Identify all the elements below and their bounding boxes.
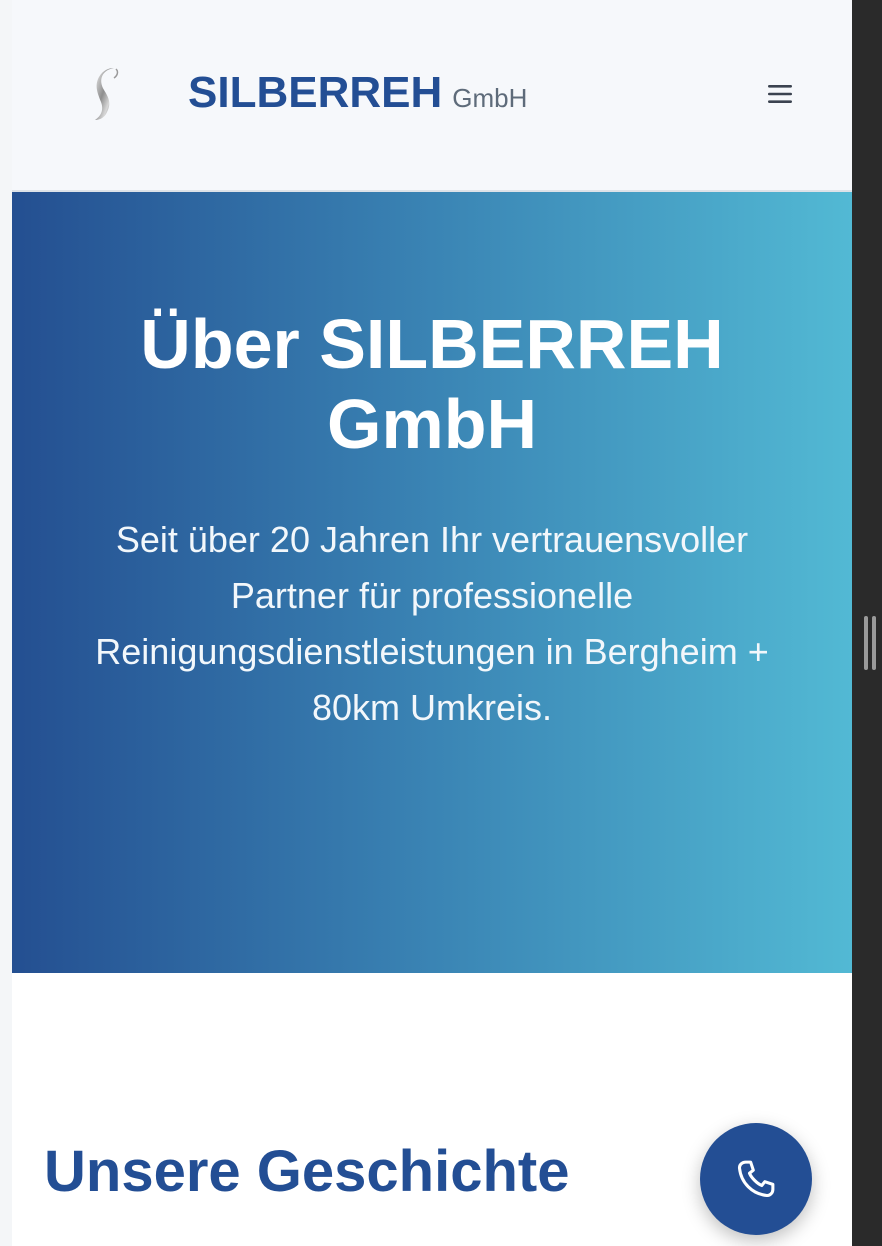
browser-frame: SILBERREH GmbH Über SILBERREH GmbH Seit … — [0, 0, 882, 1246]
phone-icon — [737, 1160, 775, 1198]
hero-description: Seit über 20 Jahren Ihr vertrauensvoller… — [95, 519, 769, 728]
hero-title: Über SILBERREH GmbH — [140, 305, 724, 463]
scroll-grip-line — [864, 616, 868, 670]
logo-icon[interactable] — [92, 66, 122, 122]
menu-button[interactable] — [752, 72, 808, 116]
call-button[interactable] — [700, 1123, 812, 1235]
page-viewport: SILBERREH GmbH Über SILBERREH GmbH Seit … — [12, 0, 852, 1246]
brand-wordmark[interactable]: SILBERREH GmbH — [188, 68, 527, 118]
brand-suffix: GmbH — [452, 83, 528, 113]
scroll-grip-line — [872, 616, 876, 670]
brand-name: SILBERREH — [188, 68, 443, 117]
scrollbar-handle[interactable] — [864, 616, 878, 670]
hero-section: Über SILBERREH GmbH Seit über 20 Jahren … — [12, 192, 852, 973]
frame-edge — [0, 0, 12, 1246]
hamburger-menu-icon — [768, 85, 792, 103]
story-section-title: Unsere Geschichte — [44, 1139, 570, 1204]
site-header: SILBERREH GmbH — [12, 0, 852, 192]
